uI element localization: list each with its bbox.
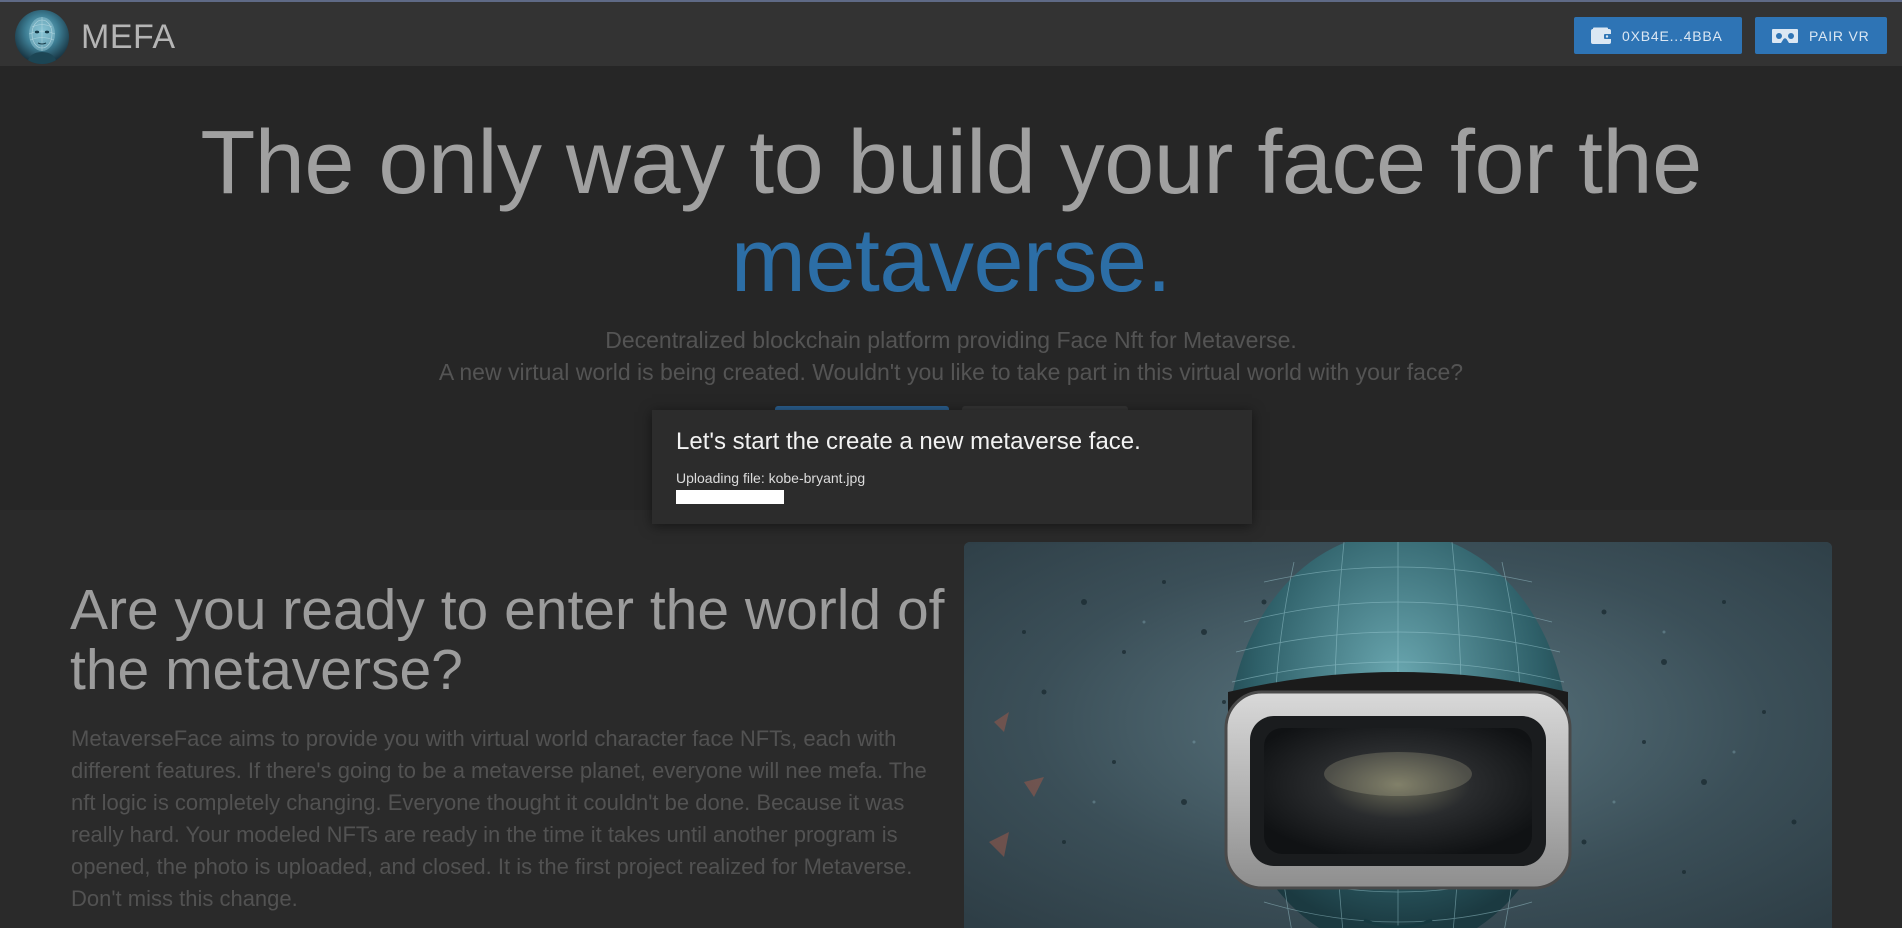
- hero-subtitle-line-2: A new virtual world is being created. Wo…: [438, 359, 1464, 385]
- about-title: Are you ready to enter the world of the …: [70, 578, 945, 702]
- logo-link[interactable]: MEFA: [15, 10, 176, 64]
- wallet-address: 0XB4E...4BBA: [1622, 27, 1723, 44]
- hero-title-accent: metaverse.: [730, 211, 1172, 311]
- brand-name: MEFA: [81, 17, 176, 56]
- about-section: Are you ready to enter the world of the …: [0, 510, 1902, 928]
- top-navbar: MEFA 0XB4E...4BBA PAIR VR: [0, 0, 1902, 66]
- hero-subtitle: Decentralized blockchain platform provid…: [0, 324, 1902, 388]
- vr-face-image: [964, 542, 1832, 928]
- vr-headset-icon: [1771, 27, 1799, 45]
- hero-title-line: The only way to build your face for the: [200, 113, 1702, 213]
- modal-title: Let's start the create a new metaverse f…: [676, 428, 1141, 455]
- about-body: MetaverseFace aims to provide you with v…: [71, 726, 927, 911]
- pair-vr-button[interactable]: PAIR VR: [1755, 17, 1887, 54]
- upload-progress-bar: [676, 490, 1216, 504]
- page: MEFA 0XB4E...4BBA PAIR VR The only way t…: [0, 0, 1902, 928]
- avatar-logo: [15, 10, 69, 64]
- wallet-button[interactable]: 0XB4E...4BBA: [1574, 17, 1742, 54]
- wallet-icon: [1590, 27, 1612, 45]
- upload-modal: Let's start the create a new metaverse f…: [652, 410, 1252, 524]
- upload-status: Uploading file: kobe-bryant.jpg: [676, 470, 866, 486]
- hero-title: The only way to build your face for the …: [0, 114, 1902, 310]
- upload-progress-fill: [676, 490, 784, 504]
- hero-subtitle-line-1: Decentralized blockchain platform provid…: [605, 327, 1297, 353]
- pair-vr-label: PAIR VR: [1809, 27, 1870, 44]
